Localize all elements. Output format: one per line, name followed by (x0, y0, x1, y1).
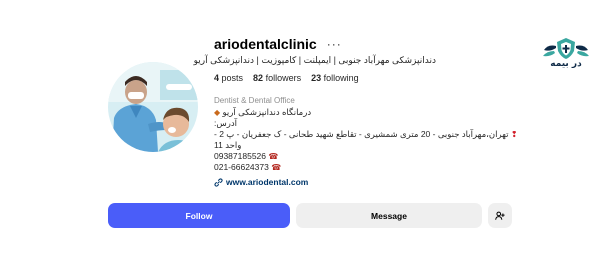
bio-address: تهران،مهرآباد جنوبی - 20 متری شمشیری - ت… (214, 128, 509, 139)
profile-header: ariodentalclinic ··· (214, 36, 342, 52)
suggested-accounts-button[interactable] (488, 203, 512, 228)
message-button[interactable]: Message (296, 203, 482, 228)
bio-line: واحد 11 (214, 140, 518, 150)
following-label: following (323, 73, 359, 83)
profile-title: دندانپزشکی مهرآباد جنوبی | ایمپلنت | کام… (193, 55, 436, 65)
bio-clinic-name: درمانگاه دندانپزشکی آریو (222, 107, 312, 117)
username[interactable]: ariodentalclinic (214, 36, 317, 52)
website-link-text: www.ariodental.com (226, 177, 309, 187)
follow-button[interactable]: Follow (108, 203, 290, 228)
profile-avatar[interactable] (108, 62, 198, 152)
following-stat[interactable]: 23 following (311, 73, 359, 83)
phone-emoji-icon: ☎ (268, 151, 279, 161)
bio-line: آدرس: (214, 118, 518, 128)
watermark-text: در بیمه (550, 59, 582, 69)
posts-label: posts (221, 73, 244, 83)
phone-emoji-icon: ☎ (271, 163, 282, 173)
bio-phone-landline: 021-66624373 (214, 162, 269, 173)
followers-stat[interactable]: 82 followers (253, 73, 301, 83)
following-count: 23 (311, 73, 322, 83)
profile-bio: ◆ درمانگاه دندانپزشکی آریو آدرس: تهران،م… (214, 107, 518, 173)
add-person-icon (495, 211, 505, 220)
school-emoji-icon: ◆ (214, 108, 221, 117)
bio-unit: واحد 11 (214, 140, 242, 151)
posts-count: 4 (214, 73, 220, 83)
bio-phone-mobile: 09387185526 (214, 150, 267, 161)
profile-category: Dentist & Dental Office (214, 96, 295, 105)
bio-line: تهران،مهرآباد جنوبی - 20 متری شمشیری - ت… (214, 129, 518, 140)
posts-stat[interactable]: 4 posts (214, 73, 243, 83)
dentist-photo (108, 62, 198, 152)
watermark-logo: در بیمه (538, 36, 594, 70)
bio-line: 021-66624373 ☎ (214, 162, 518, 173)
bio-line: ◆ درمانگاه دندانپزشکی آریو (214, 107, 518, 118)
profile-stats: 4 posts 82 followers 23 following (214, 73, 359, 83)
pin-emoji-icon: ❢ (510, 129, 518, 139)
bio-line: 09387185526 ☎ (214, 151, 518, 162)
followers-label: followers (265, 73, 302, 83)
followers-count: 82 (253, 73, 264, 83)
website-link[interactable]: www.ariodental.com (214, 177, 308, 187)
bio-address-label: آدرس: (214, 118, 237, 129)
ellipsis-icon[interactable]: ··· (327, 38, 342, 50)
link-icon (214, 177, 223, 187)
